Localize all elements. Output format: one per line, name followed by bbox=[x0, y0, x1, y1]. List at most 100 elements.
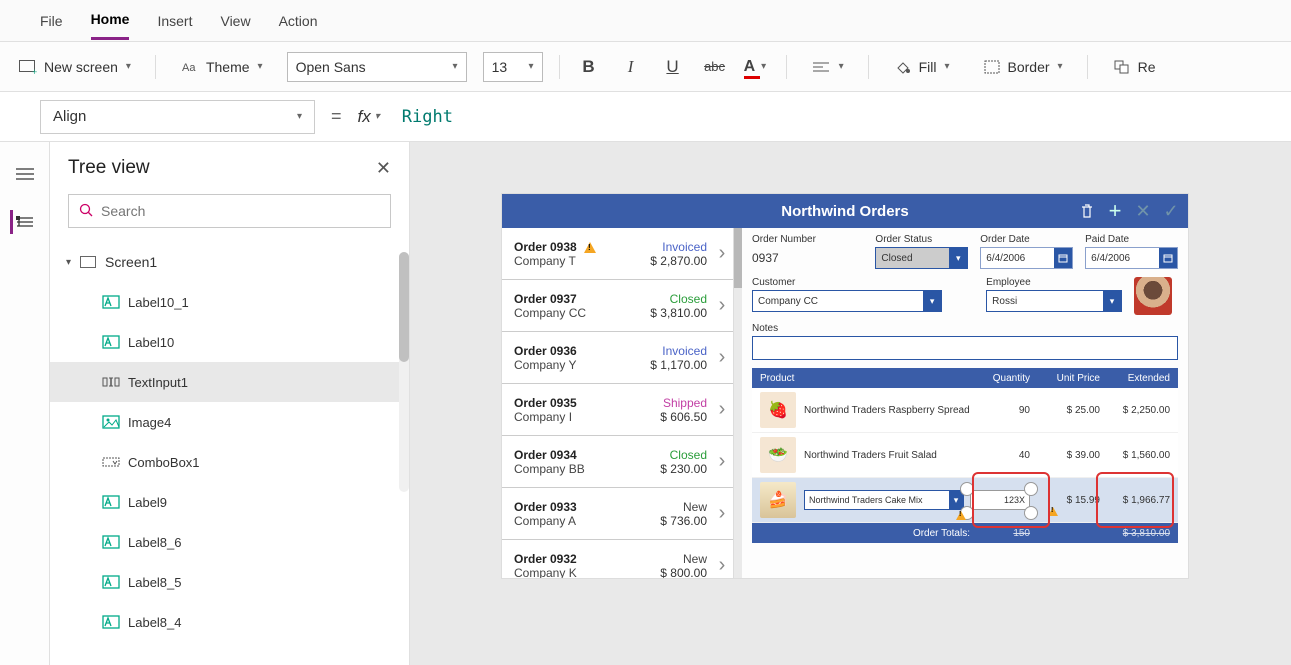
product-name: Northwind Traders Raspberry Spread bbox=[804, 405, 970, 416]
tree-node-label10[interactable]: Label10 bbox=[50, 322, 409, 362]
scrollbar-thumb[interactable] bbox=[734, 228, 742, 288]
product-combo[interactable]: Northwind Traders Cake Mix ▾ bbox=[804, 490, 964, 510]
calendar-icon bbox=[1054, 248, 1072, 268]
tree-node-label: Label10_1 bbox=[128, 295, 189, 310]
order-amount: $ 736.00 bbox=[637, 514, 707, 528]
selection-handle[interactable] bbox=[1024, 506, 1038, 520]
property-select[interactable]: Align ▾ bbox=[40, 100, 315, 134]
italic-button[interactable]: I bbox=[618, 57, 644, 77]
menu-file[interactable]: File bbox=[40, 3, 63, 39]
order-item[interactable]: Order 0934Company BBClosed$ 230.00› bbox=[502, 436, 733, 488]
employee-label: Employee bbox=[986, 277, 1122, 288]
cancel-icon[interactable]: ✕ bbox=[1134, 202, 1152, 220]
label-icon bbox=[102, 575, 120, 589]
tree-search[interactable] bbox=[68, 194, 391, 228]
item-row[interactable]: 🍓Northwind Traders Raspberry Spread90$ 2… bbox=[752, 388, 1178, 433]
order-amount: $ 1,170.00 bbox=[637, 358, 707, 372]
warning-icon bbox=[956, 511, 966, 520]
new-screen-button[interactable]: + New screen ▾ bbox=[10, 53, 139, 81]
order-item[interactable]: Order 0938 Company TInvoiced$ 2,870.00› bbox=[502, 228, 733, 280]
menu-home[interactable]: Home bbox=[91, 1, 130, 40]
menu-action[interactable]: Action bbox=[279, 3, 318, 39]
main: Tree view ✕ ▾ Screen1 Label10_1Label10Te… bbox=[0, 142, 1291, 665]
order-company: Company A bbox=[514, 514, 637, 528]
tree-scrollbar[interactable] bbox=[399, 252, 409, 492]
tree-body: ▾ Screen1 Label10_1 Label10TextInput1Imag… bbox=[50, 242, 409, 665]
tree-node-label: Label9 bbox=[128, 495, 167, 510]
close-icon[interactable]: ✕ bbox=[376, 158, 391, 179]
order-item[interactable]: Order 0932Company KNew$ 800.00› bbox=[502, 540, 733, 578]
reorder-button[interactable]: Re bbox=[1104, 53, 1164, 81]
align-button[interactable]: ▾ bbox=[803, 53, 852, 81]
order-date-input[interactable]: 6/4/2006 bbox=[980, 247, 1073, 269]
font-color-button[interactable]: A ▾ bbox=[744, 58, 770, 76]
order-item[interactable]: Order 0936Company YInvoiced$ 1,170.00› bbox=[502, 332, 733, 384]
fill-label: Fill bbox=[919, 59, 937, 75]
order-company: Company BB bbox=[514, 462, 637, 476]
strike-button[interactable]: abc bbox=[702, 59, 728, 74]
border-button[interactable]: Border ▾ bbox=[974, 53, 1071, 81]
paid-date-input[interactable]: 6/4/2006 bbox=[1085, 247, 1178, 269]
border-label: Border bbox=[1008, 59, 1050, 75]
app-body: Order 0938 Company TInvoiced$ 2,870.00›O… bbox=[502, 228, 1188, 578]
menu-view[interactable]: View bbox=[220, 3, 250, 39]
employee-combo[interactable]: Rossi ▾ bbox=[986, 290, 1122, 312]
trash-icon[interactable] bbox=[1078, 202, 1096, 220]
menu-insert[interactable]: Insert bbox=[157, 3, 192, 39]
theme-button[interactable]: Aa Theme ▾ bbox=[172, 53, 271, 81]
fx-button[interactable]: fx▾ bbox=[358, 107, 380, 127]
font-size: 13 bbox=[492, 59, 508, 75]
order-list[interactable]: Order 0938 Company TInvoiced$ 2,870.00›O… bbox=[502, 228, 734, 578]
customer-combo[interactable]: Company CC ▾ bbox=[752, 290, 942, 312]
check-icon[interactable]: ✓ bbox=[1162, 202, 1180, 220]
warning-icon bbox=[1048, 507, 1058, 516]
chevron-right-icon: › bbox=[711, 450, 733, 473]
tree-node-label8_4[interactable]: Label8_4 bbox=[50, 602, 409, 642]
notes-input[interactable] bbox=[752, 336, 1178, 360]
quantity-input[interactable]: 123X bbox=[1004, 495, 1025, 505]
order-item[interactable]: Order 0933Company ANew$ 736.00› bbox=[502, 488, 733, 540]
chevron-down-icon: ▾ bbox=[1103, 291, 1121, 311]
font-select[interactable]: Open Sans ▾ bbox=[287, 52, 467, 82]
formula-input[interactable] bbox=[392, 100, 1256, 134]
fill-button[interactable]: Fill ▾ bbox=[885, 53, 958, 81]
order-date-label: Order Date bbox=[980, 234, 1073, 245]
tree-search-input[interactable] bbox=[101, 203, 380, 219]
tree-node-combobox1[interactable]: ComboBox1 bbox=[50, 442, 409, 482]
orderlist-scrollbar[interactable] bbox=[734, 228, 742, 578]
order-item[interactable]: Order 0935Company IShipped$ 606.50› bbox=[502, 384, 733, 436]
tree-node-label8_6[interactable]: Label8_6 bbox=[50, 522, 409, 562]
canvas[interactable]: Northwind Orders + ✕ ✓ Order 0938 Compan… bbox=[410, 142, 1291, 665]
tree-node-image4[interactable]: Image4 bbox=[50, 402, 409, 442]
plus-icon[interactable]: + bbox=[1106, 202, 1124, 220]
tree-node-label10_1[interactable]: Label10_1 bbox=[50, 282, 409, 322]
tree-node-label8_5[interactable]: Label8_5 bbox=[50, 562, 409, 602]
order-number-label: Order Number bbox=[752, 234, 863, 245]
unit-price-value: $ 25.00 bbox=[1030, 405, 1100, 416]
chevron-right-icon: › bbox=[711, 502, 733, 525]
item-row[interactable]: 🥗Northwind Traders Fruit Salad40$ 39.00$… bbox=[752, 433, 1178, 478]
tree-node-textinput1[interactable]: TextInput1 bbox=[50, 362, 409, 402]
item-row-selected[interactable]: 🍰 Northwind Traders Cake Mix ▾ 123X bbox=[752, 478, 1178, 523]
hamburger-icon[interactable] bbox=[13, 162, 37, 186]
order-amount: $ 3,810.00 bbox=[637, 306, 707, 320]
order-item[interactable]: Order 0937Company CCClosed$ 3,810.00› bbox=[502, 280, 733, 332]
scrollbar-thumb[interactable] bbox=[399, 252, 409, 362]
bold-button[interactable]: B bbox=[576, 57, 602, 77]
order-status: Invoiced bbox=[637, 344, 707, 358]
label-icon bbox=[102, 535, 120, 549]
product-image: 🍰 bbox=[760, 482, 796, 518]
tree-view-icon[interactable] bbox=[10, 210, 37, 234]
calendar-icon bbox=[1159, 248, 1177, 268]
order-status-combo[interactable]: Closed ▾ bbox=[875, 247, 968, 269]
tree-node-label: Label8_4 bbox=[128, 615, 182, 630]
order-amount: $ 606.50 bbox=[637, 410, 707, 424]
order-company: Company T bbox=[514, 254, 637, 268]
font-size-select[interactable]: 13 ▾ bbox=[483, 52, 543, 82]
underline-button[interactable]: U bbox=[660, 57, 686, 77]
tree-node-label9[interactable]: Label9 bbox=[50, 482, 409, 522]
order-name: Order 0937 bbox=[514, 292, 637, 306]
tree-node-screen1[interactable]: ▾ Screen1 bbox=[50, 242, 409, 282]
selection-handle[interactable] bbox=[960, 482, 974, 496]
chevron-down-icon: ▾ bbox=[944, 61, 949, 72]
